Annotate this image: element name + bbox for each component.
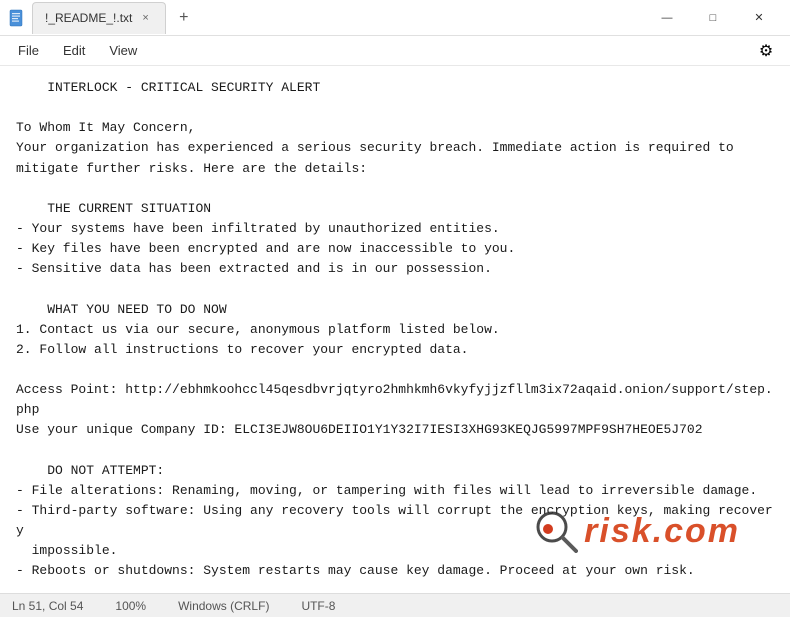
- settings-button[interactable]: ⚙: [750, 37, 782, 65]
- close-button[interactable]: ✕: [736, 0, 782, 36]
- editor-text-area[interactable]: INTERLOCK - CRITICAL SECURITY ALERT To W…: [0, 66, 790, 593]
- line-ending: Windows (CRLF): [178, 599, 269, 613]
- window-controls: — □ ✕: [644, 0, 782, 36]
- active-tab[interactable]: !_README_!.txt ×: [32, 2, 166, 34]
- encoding: UTF-8: [301, 599, 335, 613]
- tab-close-button[interactable]: ×: [138, 10, 152, 26]
- tab-bar: !_README_!.txt × +: [32, 2, 644, 34]
- title-bar: !_README_!.txt × + — □ ✕: [0, 0, 790, 36]
- editor-container: INTERLOCK - CRITICAL SECURITY ALERT To W…: [0, 66, 790, 593]
- new-tab-button[interactable]: +: [170, 4, 198, 32]
- zoom-level: 100%: [115, 599, 146, 613]
- minimize-button[interactable]: —: [644, 0, 690, 36]
- status-bar: Ln 51, Col 54 100% Windows (CRLF) UTF-8: [0, 593, 790, 617]
- cursor-position: Ln 51, Col 54: [12, 599, 83, 613]
- menu-view[interactable]: View: [99, 39, 147, 62]
- settings-icon: ⚙: [759, 41, 773, 61]
- menu-edit[interactable]: Edit: [53, 39, 95, 62]
- maximize-button[interactable]: □: [690, 0, 736, 36]
- menu-bar: File Edit View ⚙: [0, 36, 790, 66]
- app-icon: [8, 9, 26, 27]
- menu-file[interactable]: File: [8, 39, 49, 62]
- tab-label: !_README_!.txt: [45, 11, 132, 25]
